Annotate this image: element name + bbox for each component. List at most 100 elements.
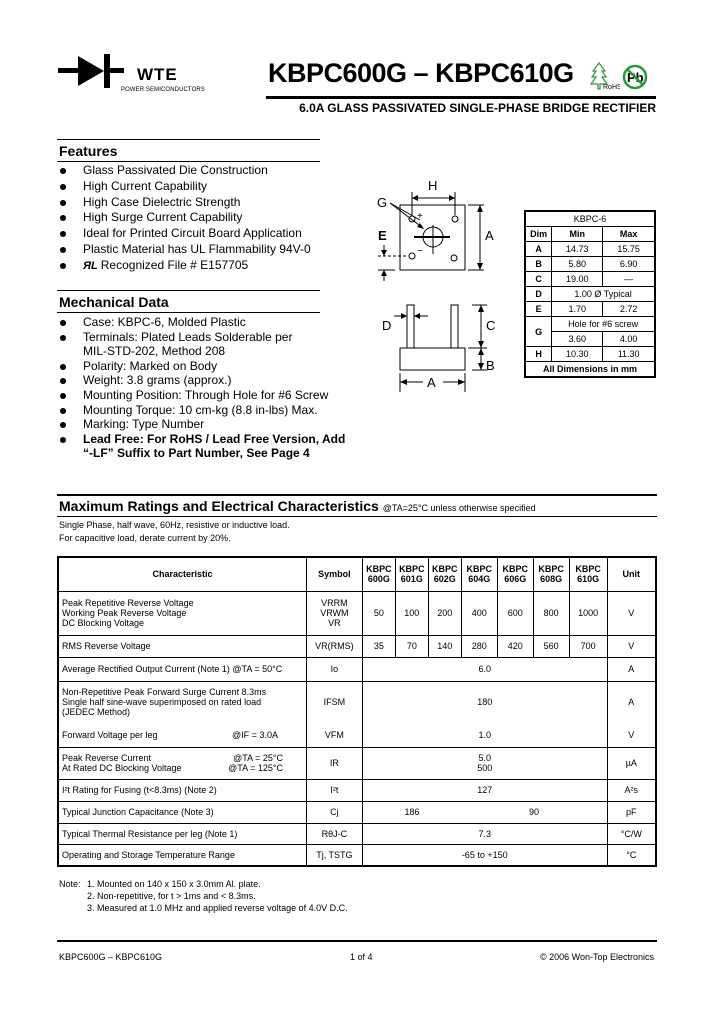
dim-table-footer: All Dimensions in mm bbox=[524, 361, 656, 378]
note-item: 1. Mounted on 140 x 150 x 3.0mm Al. plat… bbox=[87, 879, 261, 889]
value-cell: 200 bbox=[427, 590, 462, 636]
table-row: H 10.30 11.30 bbox=[524, 346, 656, 362]
value-cell: 90 bbox=[461, 800, 608, 824]
min-cell: 3.60 bbox=[551, 331, 604, 347]
notes-section: Note: 1. Mounted on 140 x 150 x 3.0mm Al… bbox=[59, 878, 348, 914]
characteristic-cell: Forward Voltage per leg @IF = 3.0A bbox=[57, 723, 307, 748]
table-row: RMS Reverse Voltage VR(RMS) 35 70 140 28… bbox=[57, 634, 657, 658]
table-row: Typical Junction Capacitance (Note 3) Cj… bbox=[57, 800, 657, 824]
dim-cell: G bbox=[524, 316, 553, 347]
list-item: Polarity: Marked on Body bbox=[57, 359, 357, 374]
value-cell: 420 bbox=[496, 634, 534, 658]
characteristic-header: Characteristic bbox=[57, 556, 307, 592]
characteristics-table: Characteristic Symbol KBPC 600G KBPC 601G … bbox=[57, 556, 657, 867]
list-item: Mounting Torque: 10 cm-kg (8.8 in-lbs) M… bbox=[57, 403, 357, 418]
dim-cell: A bbox=[524, 241, 553, 257]
features-heading: Features bbox=[59, 143, 118, 159]
max-cell: 11.30 bbox=[602, 346, 656, 362]
value-cell: 186 bbox=[361, 800, 462, 824]
value-cell: 400 bbox=[460, 590, 498, 636]
value-cell: 800 bbox=[532, 590, 570, 636]
features-list: Glass Passivated Die Construction High C… bbox=[57, 163, 357, 275]
footer-part-range: KBPC600G – KBPC610G bbox=[59, 952, 163, 962]
table-row: E 1.70 2.72 bbox=[524, 301, 656, 317]
part-header: KBPC 606G bbox=[496, 556, 534, 592]
dim-label-a-bottom: A bbox=[427, 375, 436, 390]
characteristic-cell: Typical Thermal Resistance per leg (Note… bbox=[57, 822, 307, 845]
table-row: Typical Thermal Resistance per leg (Note… bbox=[57, 822, 657, 845]
terminal-minus-label: − bbox=[417, 246, 423, 257]
characteristic-cell: Average Rectified Output Current (Note 1… bbox=[57, 656, 307, 682]
table-row: Peak Reverse Current @TA = 25°C At Rated … bbox=[57, 746, 657, 780]
table-row: Operating and Storage Temperature Range … bbox=[57, 843, 657, 867]
dim-label-e: E bbox=[378, 228, 387, 243]
mechanical-top-rule bbox=[57, 290, 320, 291]
value-cell: 127 bbox=[361, 778, 608, 802]
min-cell: 14.73 bbox=[551, 241, 604, 257]
dim-label-b: B bbox=[486, 358, 495, 373]
ul-recognized-icon: ЯL bbox=[83, 259, 98, 272]
mechanical-list: Case: KBPC-6, Molded Plastic Terminals: … bbox=[57, 315, 357, 461]
span-cell: Hole for #6 screw bbox=[551, 316, 656, 332]
value-cell: 700 bbox=[568, 634, 608, 658]
unit-cell: °C/W bbox=[606, 822, 657, 845]
symbol-cell: VRRM VRWM VR bbox=[305, 590, 363, 636]
unit-header: Unit bbox=[606, 556, 657, 592]
ratings-top-rule bbox=[57, 494, 657, 496]
ratings-condition: @TA=25°C unless otherwise specified bbox=[382, 503, 536, 513]
dim-cell: C bbox=[524, 271, 553, 287]
value-cell: 70 bbox=[394, 634, 429, 658]
table-row: Peak Repetitive Reverse Voltage Working P… bbox=[57, 590, 657, 636]
dim-cell: D bbox=[524, 286, 553, 302]
unit-cell: V bbox=[606, 723, 657, 748]
value-cell: -65 to +150 bbox=[361, 843, 608, 867]
max-cell: 15.75 bbox=[602, 241, 656, 257]
unit-cell: A bbox=[606, 656, 657, 682]
dim-table-title: KBPC-6 bbox=[524, 210, 656, 227]
value-cell: 140 bbox=[427, 634, 462, 658]
list-item: Lead Free: For RoHS / Lead Free Version,… bbox=[57, 432, 357, 461]
table-row: I²t Rating for Fusing (t<8.3ms) (Note 2)… bbox=[57, 778, 657, 802]
logo-text: WTE bbox=[137, 65, 178, 84]
ratings-title: Maximum Ratings and Electrical Character… bbox=[59, 498, 379, 514]
dimension-table: KBPC-6 Dim Min Max A 14.73 15.75 B 5.80 6.90… bbox=[524, 210, 656, 378]
logo-subtitle: POWER SEMICONDUCTORS bbox=[121, 87, 205, 93]
min-cell: 1.70 bbox=[551, 301, 604, 317]
unit-cell: pF bbox=[606, 800, 657, 824]
page-title: KBPC600G – KBPC610G bbox=[268, 58, 574, 88]
list-item: Plastic Material has UL Flammability 94V… bbox=[57, 242, 357, 258]
page-subtitle: 6.0A GLASS PASSIVATED SINGLE-PHASE BRIDG… bbox=[299, 101, 656, 115]
characteristic-cell: RMS Reverse Voltage bbox=[57, 634, 307, 658]
notes-prefix: Note: bbox=[59, 879, 81, 889]
dim-cell: B bbox=[524, 256, 553, 272]
list-item: Ideal for Printed Circuit Board Applicat… bbox=[57, 226, 357, 242]
value-cell: 6.0 bbox=[361, 656, 608, 682]
unit-cell: A bbox=[606, 680, 657, 723]
rohs-tree-icon: RoHS bbox=[590, 62, 620, 91]
symbol-cell: RθJ-C bbox=[305, 822, 363, 845]
characteristic-cell: Peak Reverse Current @TA = 25°C At Rated … bbox=[57, 746, 307, 780]
unit-cell: V bbox=[606, 634, 657, 658]
characteristic-cell: Typical Junction Capacitance (Note 3) bbox=[57, 800, 307, 824]
max-cell: — bbox=[602, 271, 656, 287]
max-cell: 2.72 bbox=[602, 301, 656, 317]
table-row: Non-Repetitive Peak Forward Surge Curren… bbox=[57, 680, 657, 723]
ratings-heading: Maximum Ratings and Electrical Character… bbox=[59, 498, 536, 514]
footer-rule bbox=[57, 940, 657, 942]
unit-cell: A²s bbox=[606, 778, 657, 802]
features-top-rule bbox=[57, 139, 320, 140]
symbol-cell: Io bbox=[305, 656, 363, 682]
part-header: KBPC 602G bbox=[427, 556, 462, 592]
symbol-cell: Tj, TSTG bbox=[305, 843, 363, 867]
min-cell: 5.80 bbox=[551, 256, 604, 272]
value-cell: 5.0 500 bbox=[361, 746, 608, 780]
ul-file-text: Recognized File # E157705 bbox=[100, 257, 249, 272]
characteristic-cell: Non-Repetitive Peak Forward Surge Curren… bbox=[57, 680, 307, 723]
table-row: A 14.73 15.75 bbox=[524, 241, 656, 257]
characteristic-cell: Peak Repetitive Reverse Voltage Working P… bbox=[57, 590, 307, 636]
ratings-note-2: For capacitive load, derate current by 2… bbox=[59, 533, 231, 543]
unit-cell: °C bbox=[606, 843, 657, 867]
characteristic-cell: Operating and Storage Temperature Range bbox=[57, 843, 307, 867]
symbol-header: Symbol bbox=[305, 556, 363, 592]
span-cell: 1.00 Ø Typical bbox=[551, 286, 656, 302]
